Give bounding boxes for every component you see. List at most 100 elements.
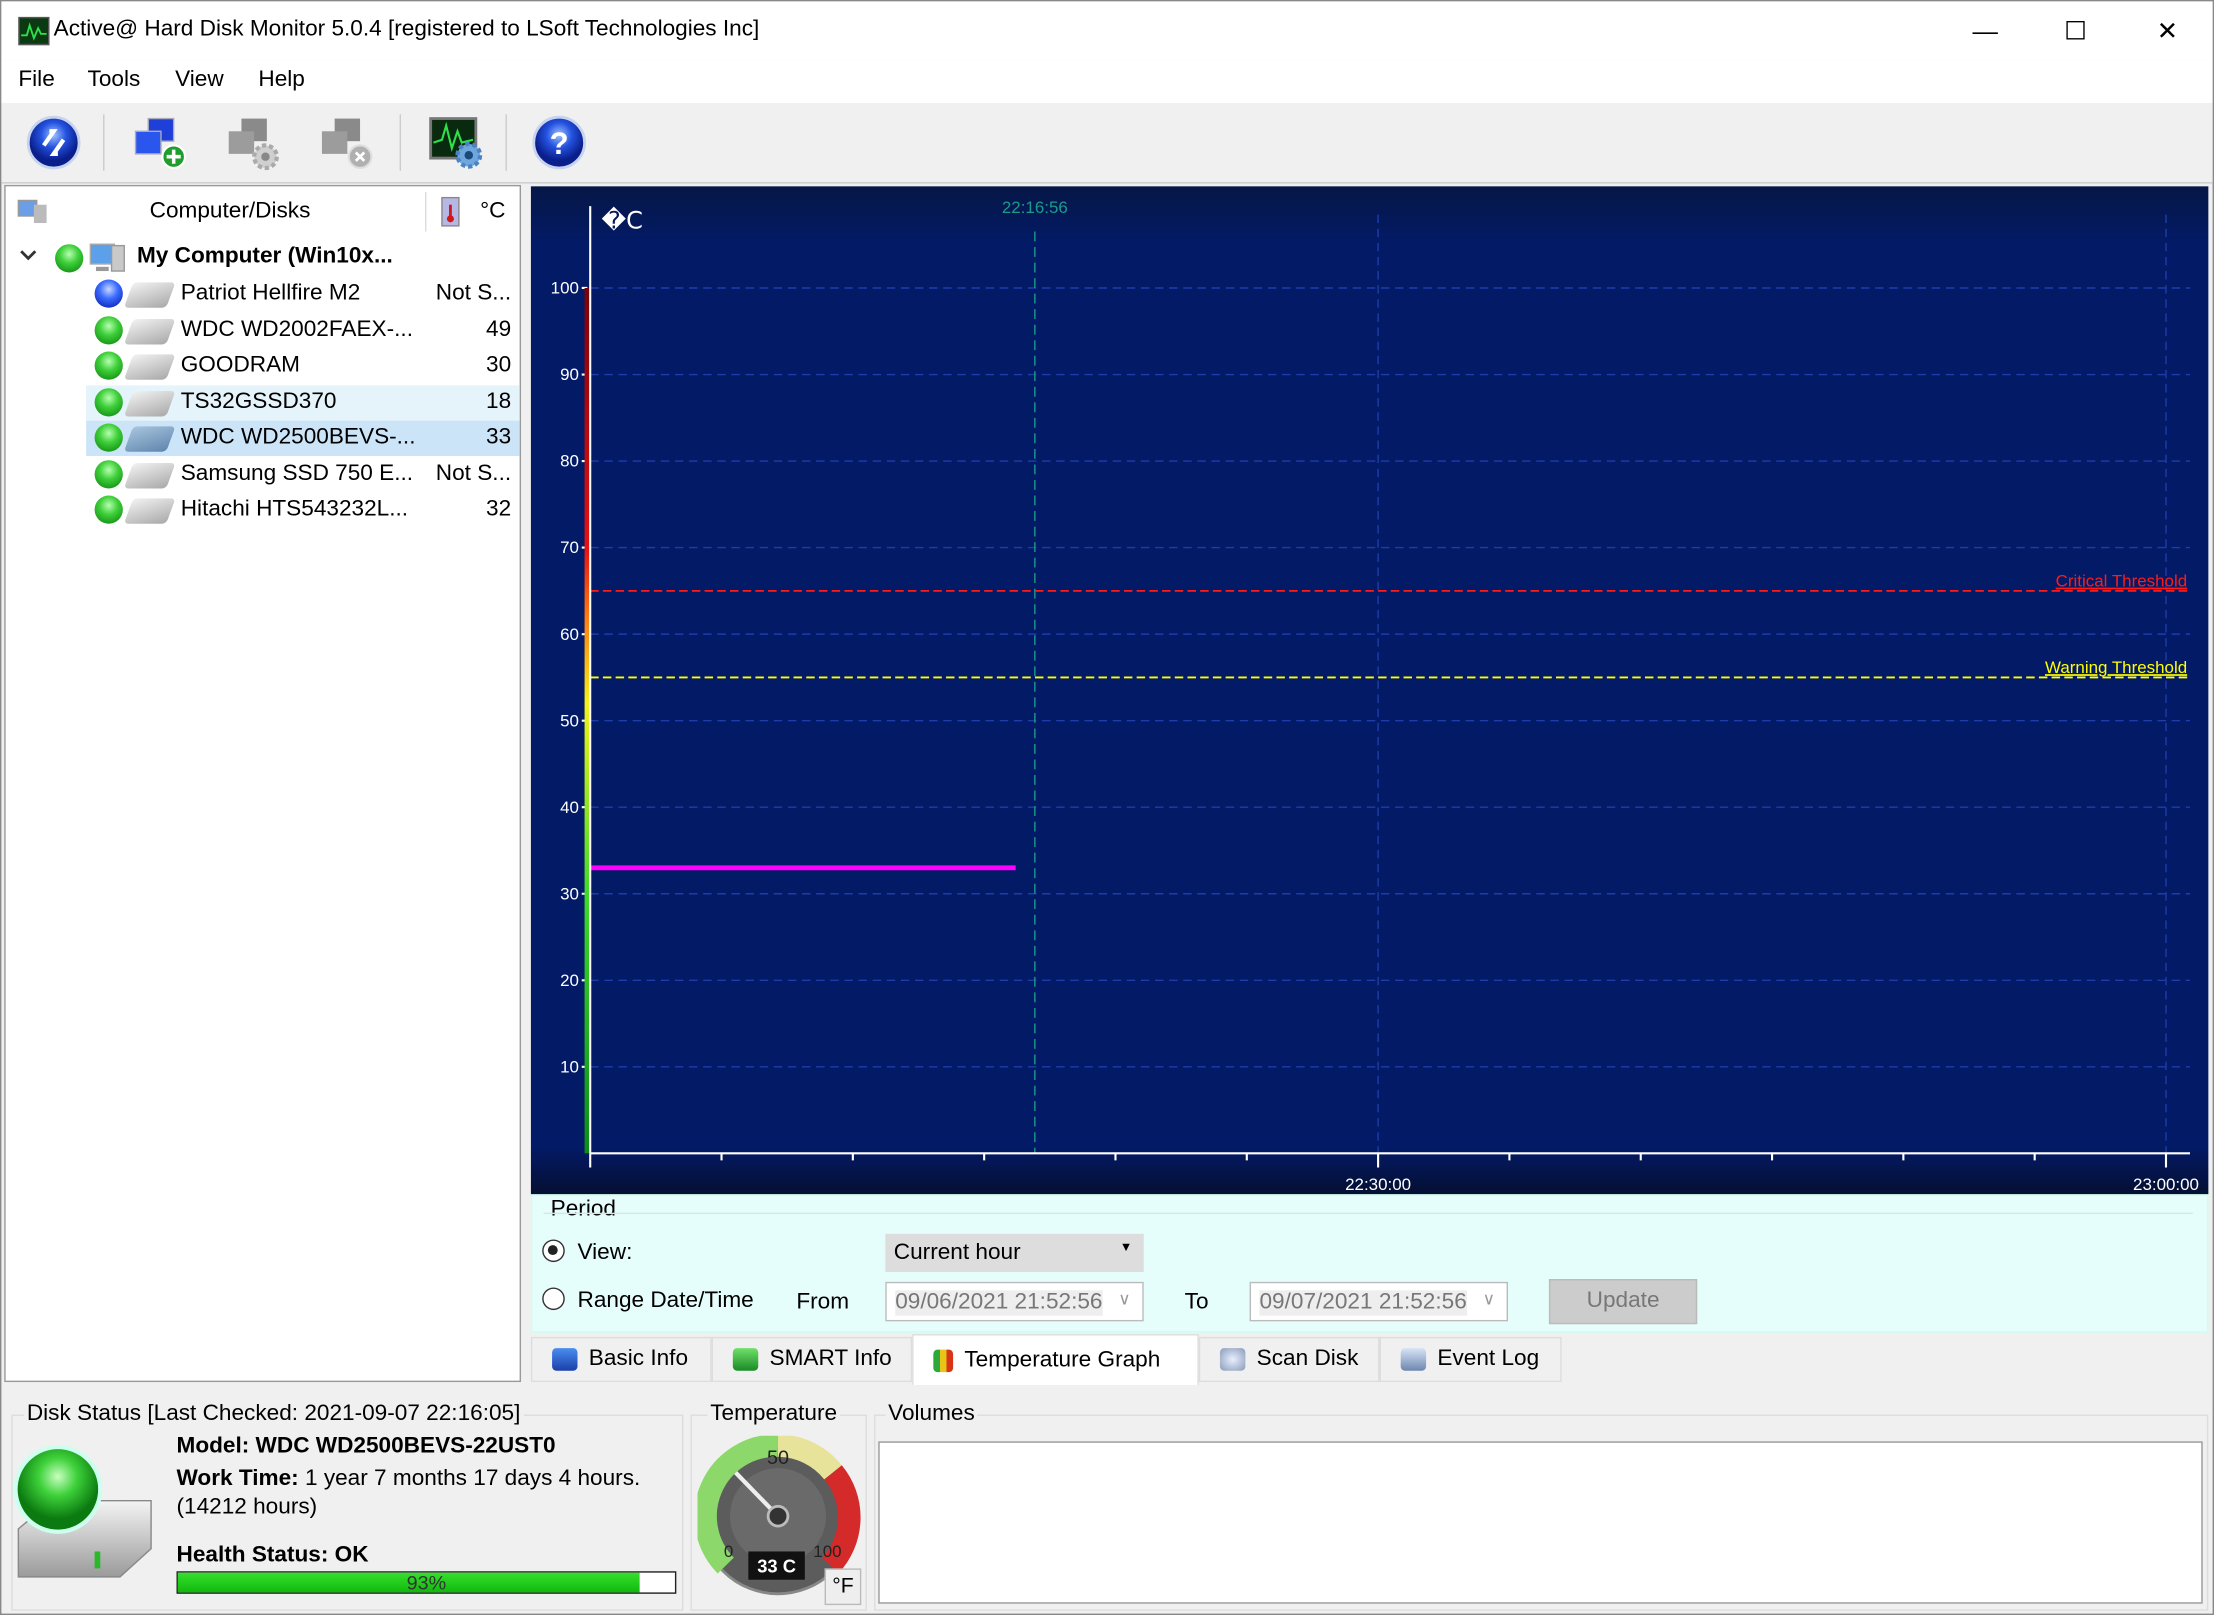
menu-bar: File Tools View Help <box>1 60 2213 104</box>
disk-tree-item[interactable]: TS32GSSD370 18 <box>86 384 520 420</box>
computer-settings-icon <box>228 118 279 171</box>
hard-disk-icon <box>123 426 176 452</box>
menu-help[interactable]: Help <box>258 68 304 93</box>
thermometer-icon <box>441 196 460 227</box>
to-value: 09/07/2021 21:52:56 <box>1259 1290 1467 1316</box>
disk-status-ok-icon <box>94 315 123 344</box>
menu-file[interactable]: File <box>18 68 54 93</box>
tree-root-label: My Computer (Win10x... <box>136 244 393 269</box>
disk-status-ok-icon <box>94 459 123 488</box>
tab-label: Scan Disk <box>1256 1346 1359 1371</box>
volumes-list[interactable] <box>878 1441 2203 1604</box>
gauge-mid-label: 50 <box>767 1447 789 1469</box>
view-radio[interactable] <box>542 1239 565 1263</box>
help-icon: ? <box>532 115 586 170</box>
disk-name: Samsung SSD 750 E... <box>180 460 414 485</box>
update-button[interactable]: Update <box>1548 1279 1698 1325</box>
disk-name: Hitachi HTS543232L... <box>180 496 409 521</box>
to-datetime-picker[interactable]: 09/07/2021 21:52:56 ∨ <box>1249 1281 1509 1322</box>
x-tick-label: 23:00:00 <box>2133 1175 2199 1194</box>
from-value: 09/06/2021 21:52:56 <box>895 1290 1103 1316</box>
disk-tree-item[interactable]: Samsung SSD 750 E... Not S... <box>86 457 519 492</box>
remove-computer-button[interactable] <box>318 114 374 170</box>
volumes-title: Volumes <box>885 1401 978 1428</box>
health-status: Health Status: OK <box>176 1542 369 1567</box>
computer-icon <box>89 243 125 272</box>
minimize-button[interactable]: — <box>1940 1 2030 60</box>
tab-label: SMART Info <box>769 1346 892 1371</box>
tree-header: Computer/Disks °C <box>6 186 520 234</box>
add-computer-button[interactable] <box>131 114 187 170</box>
tab-smart-info[interactable]: SMART Info <box>711 1336 913 1383</box>
computer-settings-button[interactable] <box>225 114 281 171</box>
monitor-settings-icon <box>429 117 483 169</box>
model-label: Model: WDC WD2500BEVS-22UST0 <box>176 1434 556 1459</box>
maximize-button[interactable]: ☐ <box>2030 1 2120 60</box>
tab-temperature-graph[interactable]: Temperature Graph <box>912 1334 1199 1385</box>
toolbar-separator <box>399 114 402 171</box>
y-tick-label: 20 <box>560 971 579 990</box>
menu-tools[interactable]: Tools <box>88 68 141 93</box>
dropdown-arrow-icon: ▼ <box>1119 1239 1133 1254</box>
menu-view[interactable]: View <box>175 68 224 93</box>
disk-temperature: 49 <box>486 316 512 341</box>
y-tick-label: 90 <box>560 365 579 384</box>
range-radio[interactable] <box>542 1287 565 1311</box>
work-time-value: 1 year 7 months 17 days 4 hours. <box>298 1466 641 1491</box>
book-icon <box>552 1348 578 1371</box>
view-period-dropdown[interactable]: Current hour ▼ <box>885 1233 1144 1272</box>
tab-scan-disk[interactable]: Scan Disk <box>1198 1336 1380 1383</box>
close-button[interactable]: ✕ <box>2122 1 2212 60</box>
disk-temperature: 33 <box>486 424 512 449</box>
threshold-label: Critical Threshold <box>2056 572 2187 591</box>
work-time: Work Time: 1 year 7 months 17 days 4 hou… <box>176 1467 640 1492</box>
y-tick-label: 50 <box>560 711 579 730</box>
disk-temperature: 32 <box>486 496 512 521</box>
disk-tree-item[interactable]: WDC WD2002FAEX-... 49 <box>86 313 519 348</box>
disk-temperature: 18 <box>486 388 512 413</box>
toolbar: ? <box>1 103 2213 184</box>
chevron-down-icon[interactable] <box>20 248 37 262</box>
period-title: Period <box>550 1197 616 1222</box>
monitor-settings-button[interactable] <box>428 114 484 170</box>
tree-header-label[interactable]: Computer/Disks <box>150 199 311 224</box>
period-divider <box>543 1212 2193 1215</box>
temperature-title: Temperature <box>707 1401 840 1428</box>
disk-tree-item[interactable]: WDC WD2500BEVS-... 33 <box>86 420 520 456</box>
y-tick-label: 10 <box>560 1057 579 1076</box>
disk-name: TS32GSSD370 <box>180 388 337 413</box>
fahrenheit-toggle-button[interactable]: °F <box>824 1568 862 1606</box>
column-divider[interactable] <box>425 191 427 232</box>
temperature-chart: Critical Threshold Warning Threshold 10 20… <box>551 198 2199 1194</box>
refresh-icon <box>26 115 81 170</box>
hard-disk-icon <box>123 354 176 380</box>
disk-status-ok-icon <box>94 387 123 416</box>
x-tick-label: 22:30:00 <box>1345 1175 1411 1194</box>
disk-temperature: 30 <box>486 352 512 377</box>
hard-disk-icon <box>123 462 176 488</box>
svg-text:?: ? <box>550 126 569 161</box>
tree-root-computer[interactable]: My Computer (Win10x... <box>6 240 520 280</box>
y-tick-label: 40 <box>560 798 579 817</box>
app-monitor-icon <box>18 16 50 46</box>
disk-name: WDC WD2002FAEX-... <box>180 316 413 341</box>
disk-tree-item[interactable]: GOODRAM 30 <box>86 349 519 384</box>
disk-tree-item[interactable]: Hitachi HTS543232L... 32 <box>86 493 519 528</box>
threshold-label: Warning Threshold <box>2045 658 2187 677</box>
work-time-label: Work Time: <box>176 1466 299 1491</box>
tree-header-unit[interactable]: °C <box>480 199 505 224</box>
view-label: View: <box>577 1240 633 1265</box>
tab-basic-info[interactable]: Basic Info <box>530 1336 712 1383</box>
refresh-button[interactable] <box>25 114 81 170</box>
view-period-value: Current hour <box>893 1240 1021 1265</box>
tab-event-log[interactable]: Event Log <box>1379 1336 1562 1383</box>
disk-name: Patriot Hellfire M2 <box>180 280 361 305</box>
disk-temperature: Not S... <box>435 460 512 485</box>
chevron-down-icon: ∨ <box>1118 1288 1131 1309</box>
help-button[interactable]: ? <box>531 114 587 170</box>
disk-status-ok-icon <box>94 351 123 380</box>
from-datetime-picker[interactable]: 09/06/2021 21:52:56 ∨ <box>885 1281 1144 1322</box>
y-tick-label: 60 <box>560 625 579 644</box>
disk-tree-item[interactable]: Patriot Hellfire M2 Not S... <box>86 277 519 312</box>
disk-health-icon <box>13 1444 152 1578</box>
